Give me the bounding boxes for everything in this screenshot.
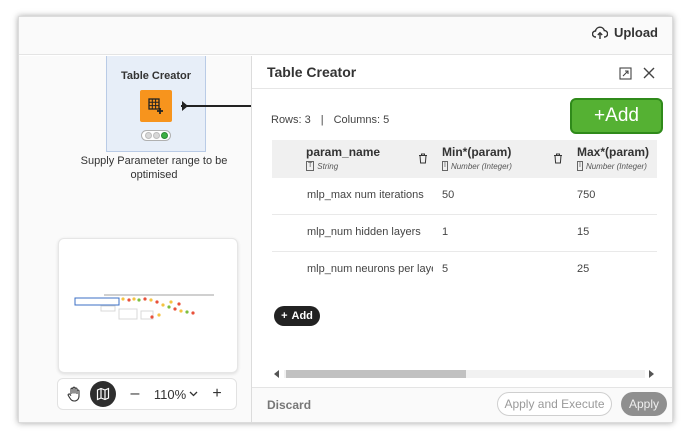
upload-label: Upload [613,25,658,40]
column-type: T String [306,161,380,171]
table-header: param_name T String Min*(param) I Number… [272,140,657,178]
minimap-toggle-button[interactable] [90,381,116,407]
cell-param-name[interactable]: mlp_num neurons per layer [307,263,433,275]
add-row-button[interactable]: +Add [570,98,663,134]
cloud-upload-icon [591,26,608,39]
column-type-label: Number (Integer) [450,161,512,171]
app-window: Upload Table Creator Supply Parameter ra… [18,16,673,423]
status-dot-red [144,132,152,139]
integer-type-icon: I [442,161,448,171]
trash-icon[interactable] [553,153,563,164]
close-button[interactable] [640,64,658,82]
summary-separator: | [320,114,324,126]
connection-edge [181,105,251,107]
panel-title: Table Creator [267,64,357,80]
expand-icon [618,66,632,80]
cell-max[interactable]: 750 [577,189,595,201]
horizontal-scrollbar[interactable] [272,368,657,380]
cell-param-name[interactable]: mlp_max num iterations [307,189,433,201]
minimap[interactable] [58,238,238,373]
table-add-icon[interactable] [140,90,172,122]
node-title: Table Creator [120,70,192,82]
column-header-param-name[interactable]: param_name T String [306,145,380,171]
table-row[interactable]: mlp_max num iterations 50 750 [272,178,657,215]
integer-type-icon: I [577,161,583,171]
column-title: Min*(param) [442,145,512,159]
cell-max[interactable]: 15 [577,226,589,238]
zoom-toolbar: – 110% + [57,378,237,410]
scroll-thumb[interactable] [286,370,466,378]
scroll-right-arrow[interactable] [649,370,654,378]
cell-param-name[interactable]: mlp_num hidden layers [307,226,433,238]
cell-min[interactable]: 1 [442,226,448,238]
discard-button[interactable]: Discard [267,398,311,412]
apply-button[interactable]: Apply [621,392,667,416]
chevron-down-icon [189,391,198,397]
table-row[interactable]: mlp_num neurons per layer 5 25 [272,252,657,284]
table-summary: Rows: 3 | Columns: 5 [271,114,389,126]
add-label: Add [291,310,313,322]
node-dialog-panel: Table Creator Rows: 3 | Columns: 5 +Add … [251,56,672,422]
table-creator-node[interactable]: Table Creator [106,56,206,152]
scroll-left-arrow[interactable] [274,370,279,378]
column-type-label: Number (Integer) [585,161,647,171]
map-icon [96,387,110,401]
zoom-out-button[interactable]: – [124,385,146,403]
plus-icon: + [281,310,288,322]
column-header-min[interactable]: Min*(param) I Number (Integer) [442,145,512,171]
column-type: I Number (Integer) [442,161,512,171]
cell-max[interactable]: 25 [577,263,589,275]
node-caption: Supply Parameter range to be optimised [80,155,228,181]
output-port-arrow[interactable] [182,101,188,111]
table-row[interactable]: mlp_num hidden layers 1 15 [272,215,657,252]
hand-icon [67,386,80,402]
upload-button[interactable]: Upload [591,25,658,40]
add-column-button[interactable]: + Add [274,306,320,326]
trash-icon[interactable] [418,153,428,164]
rows-count: Rows: 3 [271,114,311,126]
top-bar: Upload [19,17,672,55]
column-title: param_name [306,145,381,159]
cell-min[interactable]: 5 [442,263,448,275]
zoom-in-button[interactable]: + [206,385,228,403]
column-header-max[interactable]: Max*(param) I Number (Integer) [577,145,649,171]
column-type: I Number (Integer) [577,161,649,171]
column-type-label: String [317,161,339,171]
string-type-icon: T [306,161,315,171]
pan-hand-button[interactable] [58,379,90,409]
zoom-level-dropdown[interactable]: 110% [146,387,206,402]
apply-and-execute-button[interactable]: Apply and Execute [497,392,612,416]
column-title: Max*(param) [577,145,650,159]
status-dot-yellow [152,132,160,139]
expand-button[interactable] [616,64,634,82]
workflow-canvas[interactable]: Table Creator Supply Parameter range to … [19,56,251,422]
status-dot-green [160,132,168,139]
divider [252,88,672,89]
panel-footer: Discard Apply and Execute Apply [252,387,672,422]
columns-count: Columns: 5 [333,114,390,126]
close-icon [643,67,655,79]
minimap-overview [74,294,214,320]
cell-min[interactable]: 50 [442,189,454,201]
data-table: param_name T String Min*(param) I Number… [272,140,657,284]
zoom-level: 110% [153,386,187,402]
node-status-traffic-light [141,130,171,141]
